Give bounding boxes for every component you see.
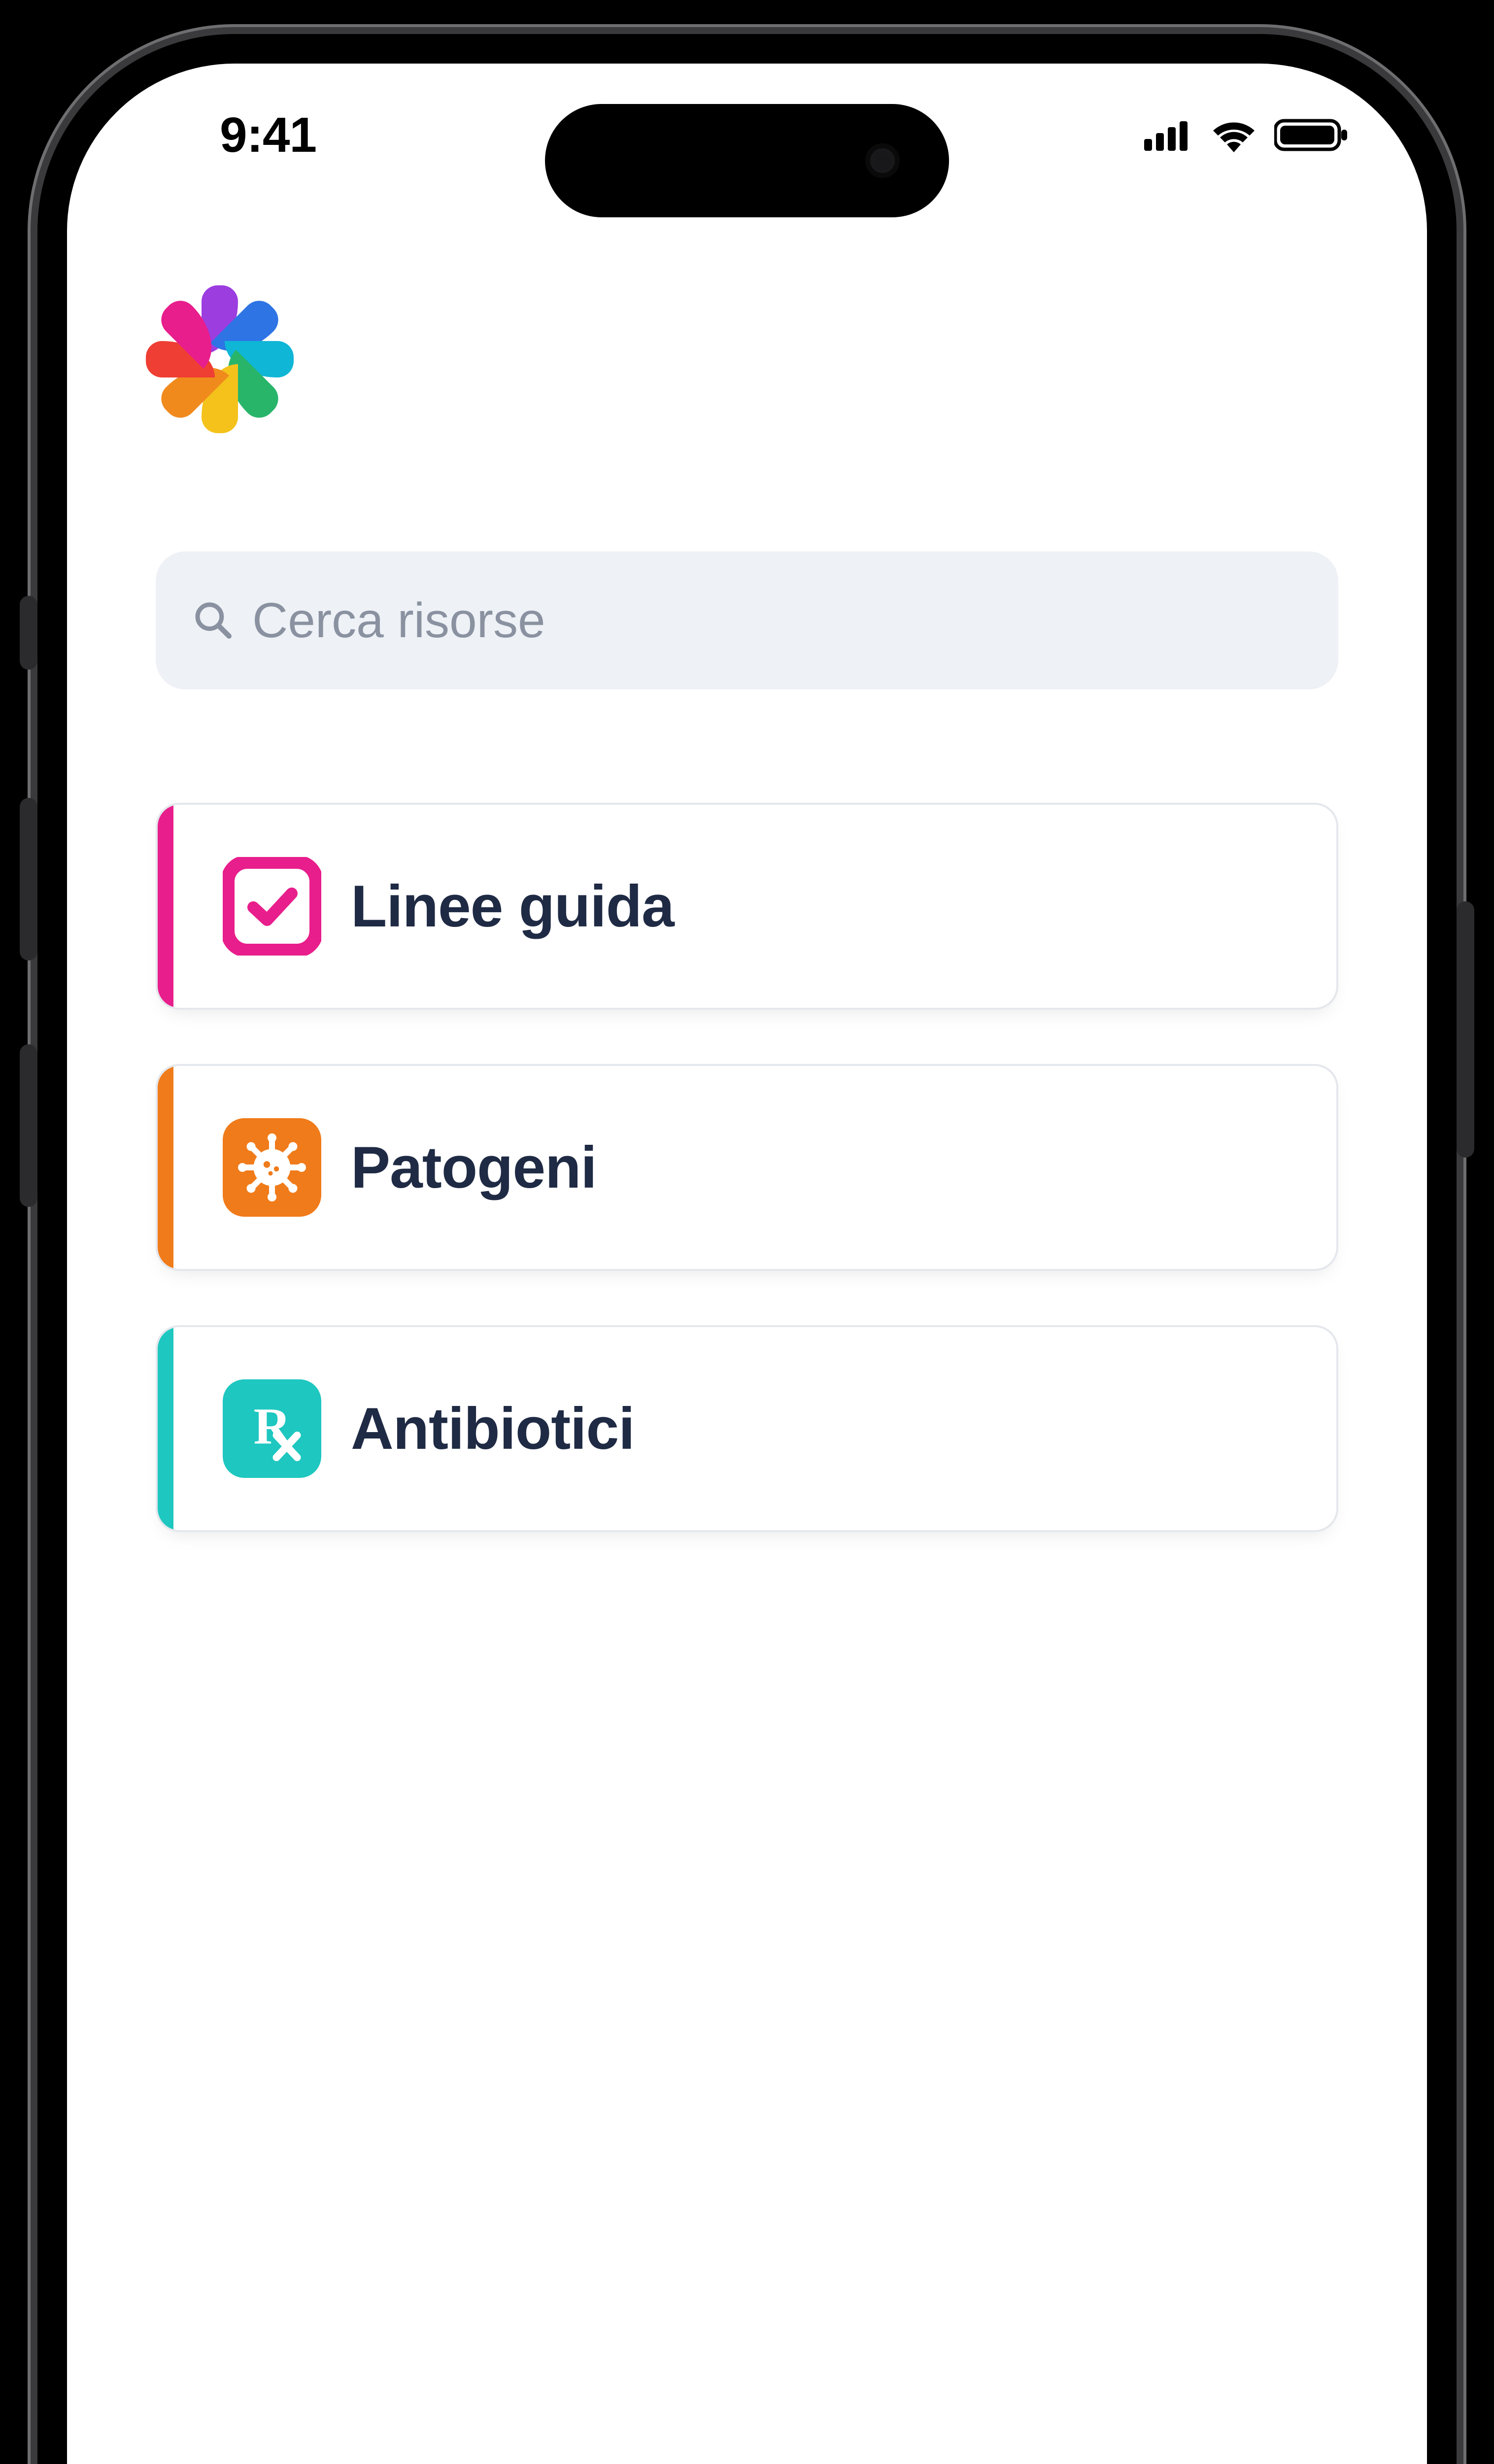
card-label: Antibiotici <box>351 1395 635 1463</box>
card-stripe <box>158 805 173 1008</box>
side-button-vol-up <box>20 798 37 960</box>
search-bar[interactable] <box>156 551 1338 689</box>
app-logo <box>156 295 284 423</box>
search-input[interactable] <box>252 592 1304 649</box>
card-label: Linee guida <box>351 872 674 940</box>
side-button-mute <box>20 596 37 670</box>
resource-card[interactable]: Linee guida <box>156 803 1338 1010</box>
phone-frame: 9:41 <box>37 34 1457 2464</box>
wifi-icon <box>1210 118 1257 152</box>
status-indicators <box>1144 118 1363 152</box>
battery-icon <box>1274 119 1348 151</box>
resource-card[interactable]: R Antibiotici <box>156 1325 1338 1532</box>
rx-icon: R <box>223 1379 321 1478</box>
card-body: R Antibiotici <box>173 1327 1336 1530</box>
side-button-power <box>1457 901 1474 1158</box>
resource-card[interactable]: Patogeni <box>156 1064 1338 1271</box>
content-area: Linee guida Patog <box>67 216 1427 2464</box>
search-icon <box>190 597 235 644</box>
card-label: Patogeni <box>351 1133 597 1201</box>
card-body: Linee guida <box>173 805 1336 1008</box>
card-stripe <box>158 1327 173 1530</box>
card-stripe <box>158 1066 173 1269</box>
virus-icon <box>223 1118 321 1217</box>
checkbox-icon <box>223 857 321 956</box>
side-button-vol-down <box>20 1044 37 1207</box>
screen: 9:41 <box>67 64 1427 2464</box>
cellular-icon <box>1144 119 1193 151</box>
card-body: Patogeni <box>173 1066 1336 1269</box>
status-bar: 9:41 <box>67 64 1427 177</box>
status-time: 9:41 <box>131 107 316 164</box>
